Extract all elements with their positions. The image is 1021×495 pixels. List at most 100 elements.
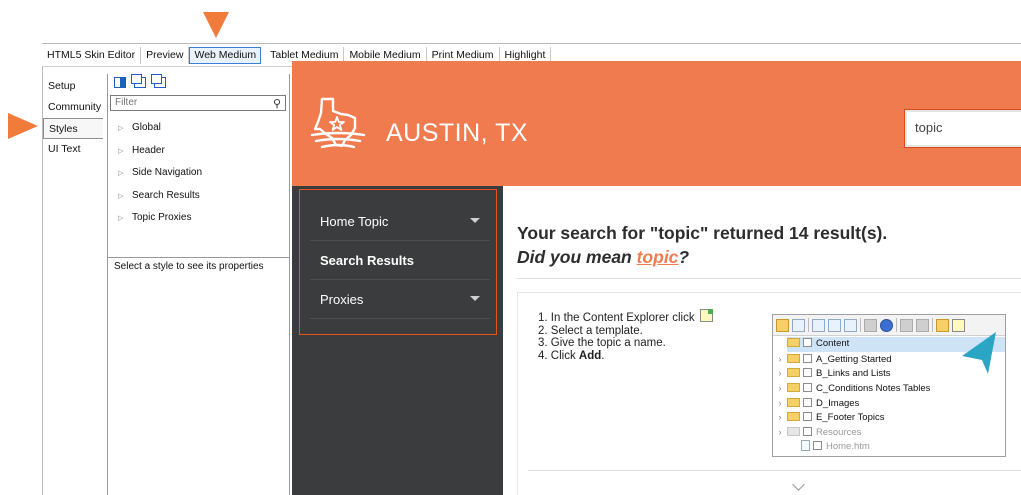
search-box-highlight: topic <box>904 109 1021 148</box>
tree-item-side-navigation[interactable]: ▷ Side Navigation <box>118 163 202 186</box>
copy-icon <box>812 318 825 332</box>
folder-icon <box>776 318 789 332</box>
layout-toggle-icon[interactable] <box>114 77 126 88</box>
explorer-item-label: A_Getting Started <box>816 353 892 365</box>
chevron-down-icon[interactable] <box>470 296 480 301</box>
step-4-bold: Add <box>578 349 602 362</box>
styles-tree: ▷ Global ▷ Header ▷ Side Navigation ▷ Search… <box>118 118 202 231</box>
checkbox <box>803 412 812 422</box>
tree-item-label: Side Navigation <box>132 167 203 178</box>
nav-item-proxies[interactable]: Proxies <box>310 281 490 319</box>
search-input[interactable]: topic <box>907 112 1021 145</box>
did-you-mean-suffix: ? <box>678 247 690 267</box>
step-3: 3. Give the topic a name. <box>538 337 666 349</box>
chevron-right-icon: › <box>778 427 782 438</box>
expand-arrow-icon[interactable]: ▷ <box>118 209 132 229</box>
toolbar-separator <box>860 318 861 332</box>
explorer-item-label: D_Images <box>816 397 860 409</box>
new-topic-icon <box>699 309 713 322</box>
filter-input[interactable] <box>115 97 255 108</box>
side-nav-highlight: Home Topic Search Results Proxies <box>299 189 497 335</box>
search-icon[interactable]: ⚲ <box>273 97 281 110</box>
folder-icon <box>787 338 800 347</box>
expand-arrow-icon[interactable]: ▷ <box>118 187 132 207</box>
tree-item-label: Topic Proxies <box>132 212 192 223</box>
tree-item-label: Global <box>132 122 161 133</box>
duplicate-icon[interactable] <box>131 74 146 88</box>
folder-icon <box>787 383 800 393</box>
folder-icon <box>787 412 800 422</box>
nav-item-label: Search Results <box>320 253 414 268</box>
copy-icon[interactable] <box>151 74 166 88</box>
tab-preview[interactable]: Preview <box>141 46 190 64</box>
left-nav-styles[interactable]: Styles <box>43 118 103 139</box>
texas-logo-icon <box>310 97 366 149</box>
up-icon <box>900 318 913 332</box>
explorer-root-label: Content <box>816 338 850 349</box>
tab-html5-skin-editor[interactable]: HTML5 Skin Editor <box>42 46 142 64</box>
left-nav-community[interactable]: Community <box>43 97 103 118</box>
step-4: 4. Click Add. <box>538 350 713 363</box>
explorer-file: Home.htm <box>773 439 1005 455</box>
tree-item-topic-proxies[interactable]: ▷ Topic Proxies <box>118 208 202 231</box>
results-divider <box>517 278 1021 279</box>
expand-chevron-icon[interactable] <box>792 478 805 491</box>
expand-arrow-icon[interactable]: ▷ <box>118 164 132 184</box>
checkbox <box>803 368 812 378</box>
tree-item-search-results[interactable]: ▷ Search Results <box>118 186 202 209</box>
tab-web-medium[interactable]: Web Medium <box>189 46 262 64</box>
explorer-item: › C_Conditions Notes Tables <box>773 381 1005 396</box>
left-nav-ui-text[interactable]: UI Text <box>43 139 103 160</box>
styles-toolbar <box>114 74 166 88</box>
expand-arrow-icon[interactable]: ▷ <box>118 142 132 162</box>
result-card[interactable]: 1. In the Content Explorer click 2. Sele… <box>517 292 1021 495</box>
file-icon <box>801 439 810 451</box>
left-nav-setup[interactable]: Setup <box>43 76 103 97</box>
properties-hint: Select a style to see its properties <box>114 261 264 272</box>
checkbox <box>803 383 812 393</box>
explorer-item: › Resources <box>773 425 1005 440</box>
left-nav: Setup Community Styles UI Text <box>43 76 103 160</box>
result-steps: 1. In the Content Explorer click 2. Sele… <box>538 309 713 362</box>
callout-arrow-web-medium <box>203 12 229 38</box>
step-4-suffix: . <box>601 349 605 362</box>
expand-arrow-icon[interactable]: ▷ <box>118 119 132 139</box>
checkbox <box>803 397 812 407</box>
preview-pane: AUSTIN, TX topic Home Topic Search Resul… <box>292 61 1021 495</box>
chevron-right-icon: › <box>778 397 782 408</box>
new-topic-icon <box>952 318 965 332</box>
grid-icon <box>844 318 857 332</box>
toolbar-separator <box>932 318 933 332</box>
step-4-prefix: 4. Click <box>538 349 579 362</box>
sync-icon <box>880 318 893 332</box>
nav-item-search-results[interactable]: Search Results <box>310 242 490 280</box>
explorer-item-label: C_Conditions Notes Tables <box>816 383 931 395</box>
step-2: 2. Select a template. <box>538 324 643 337</box>
site-title[interactable]: AUSTIN, TX <box>386 119 528 148</box>
paste-icon <box>828 318 841 332</box>
chevron-down-icon[interactable] <box>470 218 480 223</box>
did-you-mean-link[interactable]: topic <box>637 247 679 267</box>
explorer-item: › E_Footer Topics <box>773 410 1005 425</box>
explorer-item: › D_Images <box>773 396 1005 411</box>
folder-icon <box>787 368 800 378</box>
filter-field: ⚲ <box>110 95 286 111</box>
side-navigation: Home Topic Search Results Proxies <box>292 186 503 495</box>
nav-item-home-topic[interactable]: Home Topic <box>310 203 490 241</box>
tree-item-header[interactable]: ▷ Header <box>118 141 202 164</box>
checkbox <box>813 440 822 450</box>
site-header: AUSTIN, TX topic <box>292 61 1021 186</box>
callout-arrow-new-topic <box>962 332 996 374</box>
toolbar-separator <box>808 318 809 332</box>
explorer-item-label: B_Links and Lists <box>816 368 891 380</box>
new-folder-icon <box>936 318 949 332</box>
chevron-right-icon: › <box>778 412 782 423</box>
panel-divider[interactable] <box>108 257 289 258</box>
toolbar-separator <box>896 318 897 332</box>
folder-icon <box>787 397 800 407</box>
checkbox <box>803 353 812 363</box>
callout-arrow-styles <box>8 113 38 139</box>
tree-item-global[interactable]: ▷ Global <box>118 118 202 141</box>
view-icon <box>792 318 805 332</box>
styles-panel: ⚲ ▷Global ▷Header ▷Side Navigation ▷Sear… <box>107 74 290 495</box>
